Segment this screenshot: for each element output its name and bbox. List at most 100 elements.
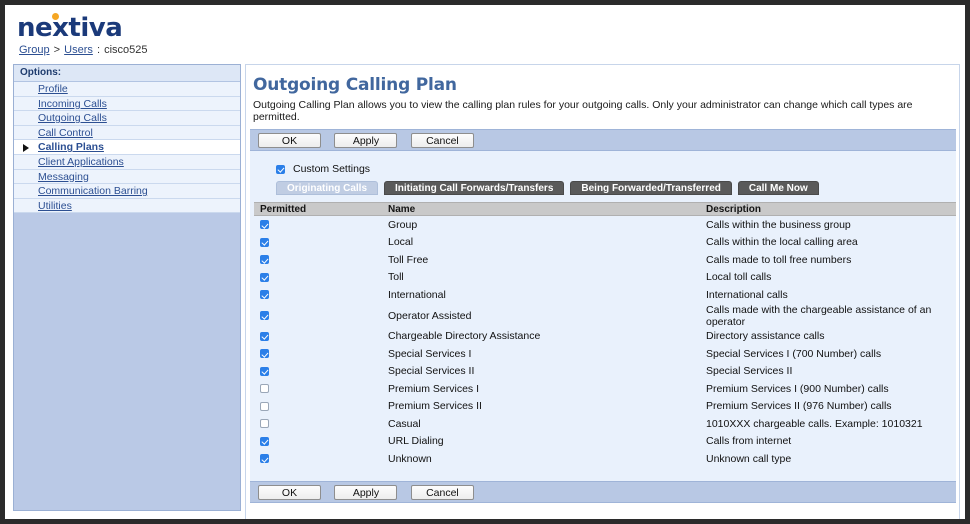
row-checkbox[interactable] [260,384,269,394]
table-row: Casual 1010XXX chargeable calls. Example… [254,415,956,433]
row-checkbox[interactable] [260,255,269,265]
breadcrumb-separator: > [53,44,61,56]
sidebar-item-label[interactable]: Calling Plans [38,141,104,153]
sidebar-item-utilities[interactable]: Utilities [14,198,240,214]
content-area: Custom Settings Originating Calls Initia… [250,151,956,481]
brand-logo-text: nextiva [17,13,123,43]
row-checkbox[interactable] [260,237,269,247]
sidebar-item-label[interactable]: Utilities [38,200,72,212]
row-checkbox[interactable] [260,454,269,464]
sidebar-item-communication-barring[interactable]: Communication Barring [14,184,240,199]
cell-name: Toll Free [382,251,700,269]
breadcrumb: Group > Users : cisco525 [19,44,147,56]
ok-button-top[interactable]: OK [258,133,321,148]
sidebar-item-label[interactable]: Messaging [38,171,89,183]
sidebar-item-label[interactable]: Client Applications [38,156,124,168]
cell-description: International calls [700,286,956,304]
row-checkbox[interactable] [260,311,269,321]
cell-description: Special Services II [700,362,956,380]
panel-footer-space [250,502,956,519]
apply-button-top[interactable]: Apply [334,133,398,148]
cell-permitted [254,450,382,468]
row-checkbox[interactable] [260,349,269,359]
cell-description: Calls made to toll free numbers [700,251,956,269]
table-spacer-row [254,467,956,481]
column-header-permitted: Permitted [254,202,382,216]
sidebar-item-client-applications[interactable]: Client Applications [14,154,240,170]
custom-settings-row[interactable]: Custom Settings [250,151,956,175]
table-row: Special Services II Special Services II [254,362,956,380]
row-checkbox[interactable] [260,290,269,300]
row-checkbox[interactable] [260,419,269,429]
sidebar-item-label[interactable]: Communication Barring [38,185,148,197]
breadcrumb-colon: : [96,44,100,56]
cell-name: International [382,286,700,304]
table-row: Special Services I Special Services I (7… [254,345,956,363]
page-description: Outgoing Calling Plan allows you to view… [253,99,913,123]
brand-logo-label: nextiva [17,13,123,43]
cell-permitted [254,362,382,380]
tab-being-forwarded-transferred[interactable]: Being Forwarded/Transferred [570,181,732,195]
sidebar-heading: Options: [14,65,240,82]
table-row: Toll Local toll calls [254,268,956,286]
cell-name: Premium Services I [382,380,700,398]
cell-description: Premium Services II (976 Number) calls [700,397,956,415]
cell-description: Calls within the business group [700,215,956,234]
breadcrumb-link-users[interactable]: Users [64,44,93,56]
table-header: Permitted Name Description [254,202,956,216]
cell-name: Operator Assisted [382,303,700,328]
tab-call-me-now[interactable]: Call Me Now [737,181,819,195]
table-row: Toll Free Calls made to toll free number… [254,251,956,269]
ok-button-bottom[interactable]: OK [258,484,321,500]
cell-permitted [254,345,382,363]
cell-permitted [254,432,382,450]
row-checkbox[interactable] [260,220,269,230]
cell-description: Calls from internet [700,432,956,450]
brand-logo-dot-icon [52,13,59,20]
sidebar-item-messaging[interactable]: Messaging [14,169,240,185]
custom-settings-label: Custom Settings [293,163,371,175]
cancel-button-top[interactable]: Cancel [410,133,474,148]
sidebar-item-label[interactable]: Call Control [38,127,93,139]
cell-name: Chargeable Directory Assistance [382,327,700,345]
table-row: Group Calls within the business group [254,215,956,234]
top-button-bar: OK Apply Cancel [250,129,956,151]
sidebar-item-label[interactable]: Incoming Calls [38,98,107,110]
tab-initiating-call-forwards-transfers[interactable]: Initiating Call Forwards/Transfers [384,181,565,195]
cell-permitted [254,415,382,433]
cell-name: Local [382,233,700,251]
cell-description: Directory assistance calls [700,327,956,345]
breadcrumb-current: cisco525 [104,44,148,56]
row-checkbox[interactable] [260,401,269,411]
apply-button-bottom[interactable]: Apply [334,484,398,500]
cell-name: Unknown [382,450,700,468]
row-checkbox[interactable] [260,272,269,282]
row-checkbox[interactable] [260,331,269,341]
row-checkbox[interactable] [260,436,269,446]
cell-permitted [254,233,382,251]
table-row: URL Dialing Calls from internet [254,432,956,450]
page-title: Outgoing Calling Plan [253,75,457,95]
row-checkbox[interactable] [260,366,269,376]
brand-logo[interactable]: nextiva [17,13,123,43]
sidebar-item-profile[interactable]: Profile [14,82,240,97]
sidebar-item-calling-plans[interactable]: Calling Plans [14,140,240,155]
cell-permitted [254,286,382,304]
cell-description: 1010XXX chargeable calls. Example: 10103… [700,415,956,433]
cell-description: Special Services I (700 Number) calls [700,345,956,363]
table-row: Premium Services I Premium Services I (9… [254,380,956,398]
sidebar-item-incoming-calls[interactable]: Incoming Calls [14,96,240,112]
breadcrumb-link-group[interactable]: Group [19,44,50,56]
sidebar-item-outgoing-calls[interactable]: Outgoing Calls [14,111,240,126]
app-window-inner: nextiva Group > Users : cisco525 Options… [5,5,965,519]
sidebar-item-label[interactable]: Outgoing Calls [38,112,107,124]
table-row: Unknown Unknown call type [254,450,956,468]
cell-name: Special Services II [382,362,700,380]
sidebar-item-label[interactable]: Profile [38,83,68,95]
custom-settings-checkbox[interactable] [276,164,285,174]
sidebar-item-call-control[interactable]: Call Control [14,125,240,141]
cancel-button-bottom[interactable]: Cancel [410,484,474,500]
table-row: Operator Assisted Calls made with the ch… [254,303,956,328]
tab-originating-calls[interactable]: Originating Calls [276,181,379,195]
call-types-table: Permitted Name Description Group Calls w… [254,202,956,481]
